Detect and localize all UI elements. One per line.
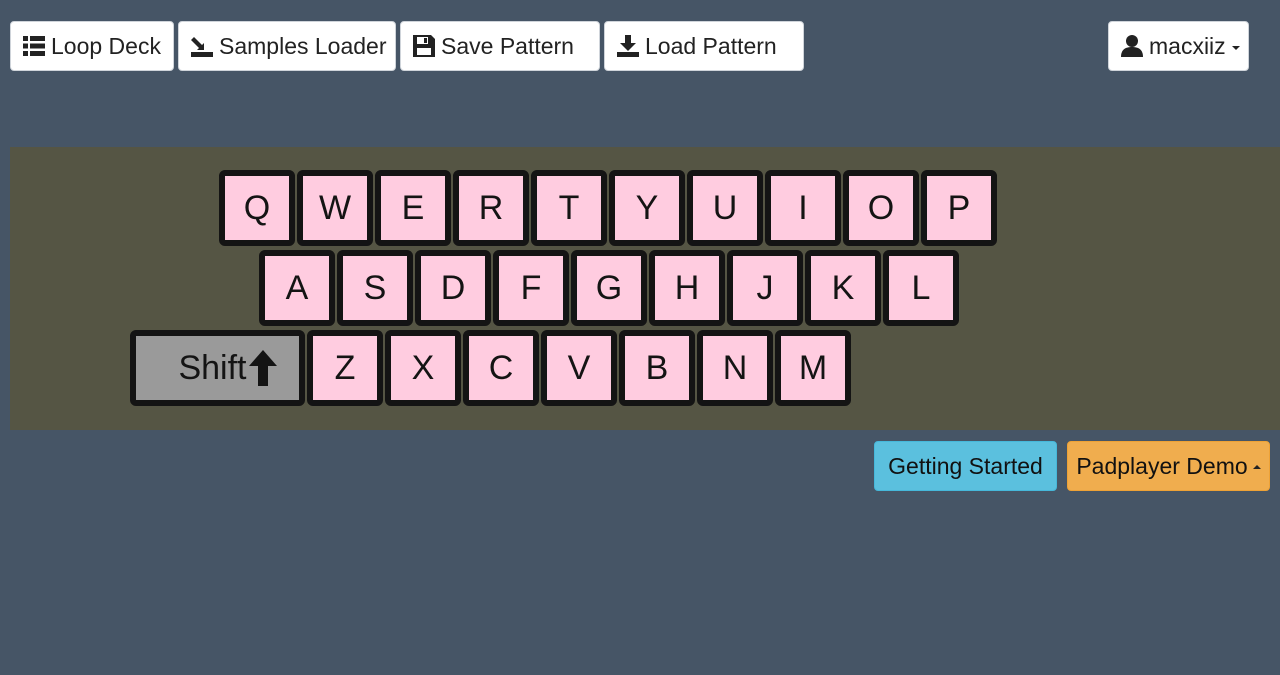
key-t[interactable]: T [531, 170, 607, 246]
key-v[interactable]: V [541, 330, 617, 406]
key-i[interactable]: I [765, 170, 841, 246]
key-label: S [363, 268, 387, 307]
key-label: W [318, 188, 352, 227]
getting-started-button[interactable]: Getting Started [874, 441, 1057, 491]
key-shift[interactable]: Shift [130, 330, 305, 406]
key-label: C [488, 348, 514, 387]
key-w[interactable]: W [297, 170, 373, 246]
key-g[interactable]: G [571, 250, 647, 326]
key-label: R [478, 188, 504, 227]
key-label: Z [334, 348, 356, 387]
key-n[interactable]: N [697, 330, 773, 406]
floppy-disk-icon [413, 35, 435, 57]
loop-deck-label: Loop Deck [51, 32, 161, 59]
key-s[interactable]: S [337, 250, 413, 326]
key-label: L [911, 268, 931, 307]
key-label: F [520, 268, 542, 307]
samples-loader-button[interactable]: Samples Loader [178, 21, 396, 71]
key-m[interactable]: M [775, 330, 851, 406]
key-u[interactable]: U [687, 170, 763, 246]
load-pattern-label: Load Pattern [645, 32, 777, 59]
key-h[interactable]: H [649, 250, 725, 326]
chevron-up-icon [1252, 465, 1261, 469]
keyboard-panel: Q W E R T Y U I O P A S D F G H J K L Sh… [10, 147, 1280, 430]
key-label: H [674, 268, 700, 307]
shift-label: Shift [178, 348, 247, 387]
key-k[interactable]: K [805, 250, 881, 326]
key-c[interactable]: C [463, 330, 539, 406]
padplayer-demo-label: Padplayer Demo [1076, 452, 1248, 479]
loop-deck-button[interactable]: Loop Deck [10, 21, 174, 71]
samples-loader-label: Samples Loader [219, 32, 387, 59]
key-b[interactable]: B [619, 330, 695, 406]
key-label: Q [243, 188, 271, 227]
key-r[interactable]: R [453, 170, 529, 246]
arrow-up-icon [248, 350, 277, 386]
key-f[interactable]: F [493, 250, 569, 326]
key-j[interactable]: J [727, 250, 803, 326]
user-menu-button[interactable]: macxiiz [1108, 21, 1249, 71]
download-icon [617, 35, 639, 57]
save-pattern-label: Save Pattern [441, 32, 574, 59]
key-e[interactable]: E [375, 170, 451, 246]
key-label: O [867, 188, 895, 227]
key-label: Y [635, 188, 659, 227]
list-icon [23, 36, 45, 56]
key-label: V [567, 348, 591, 387]
key-label: P [947, 188, 971, 227]
import-icon [191, 37, 213, 57]
key-label: X [411, 348, 435, 387]
key-x[interactable]: X [385, 330, 461, 406]
key-label: M [798, 348, 828, 387]
save-pattern-button[interactable]: Save Pattern [400, 21, 600, 71]
key-label: A [285, 268, 309, 307]
chevron-down-icon [1231, 45, 1240, 50]
key-label: K [831, 268, 855, 307]
key-label: U [712, 188, 738, 227]
key-label: I [798, 188, 808, 227]
key-y[interactable]: Y [609, 170, 685, 246]
key-q[interactable]: Q [219, 170, 295, 246]
key-o[interactable]: O [843, 170, 919, 246]
user-name: macxiiz [1149, 32, 1226, 59]
user-icon [1121, 35, 1143, 57]
key-d[interactable]: D [415, 250, 491, 326]
key-label: N [722, 348, 748, 387]
key-label: T [558, 188, 580, 227]
key-l[interactable]: L [883, 250, 959, 326]
key-label: G [595, 268, 623, 307]
key-z[interactable]: Z [307, 330, 383, 406]
key-label: B [645, 348, 669, 387]
getting-started-label: Getting Started [888, 452, 1043, 479]
load-pattern-button[interactable]: Load Pattern [604, 21, 804, 71]
key-label: J [756, 268, 774, 307]
key-a[interactable]: A [259, 250, 335, 326]
key-p[interactable]: P [921, 170, 997, 246]
key-label: E [401, 188, 425, 227]
padplayer-demo-button[interactable]: Padplayer Demo [1067, 441, 1270, 491]
key-label: D [440, 268, 466, 307]
